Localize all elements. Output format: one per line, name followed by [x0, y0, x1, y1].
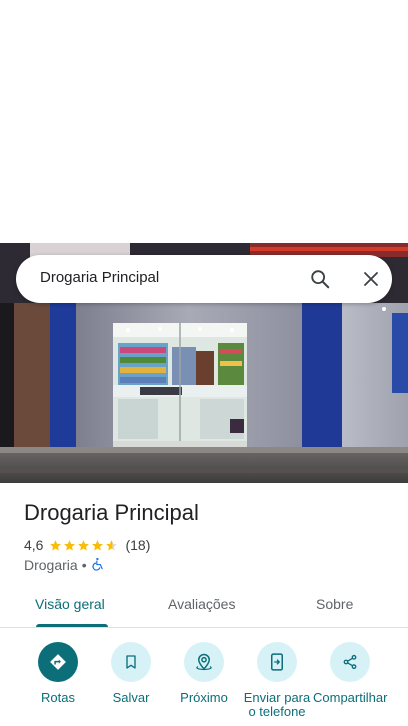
action-label: Rotas [41, 690, 75, 705]
search-box[interactable]: Drogaria Principal [16, 255, 392, 303]
star-icon [92, 539, 104, 550]
action-label: Enviar para o telefone [243, 690, 311, 719]
place-category: Drogaria [24, 557, 78, 573]
nearby-icon [184, 642, 224, 682]
place-sheet: Drogaria Principal Drogaria Principal 4,… [0, 0, 408, 726]
search-input[interactable]: Drogaria Principal [40, 269, 159, 286]
star-icon [64, 539, 76, 550]
bookmark-icon [111, 642, 151, 682]
place-tabs: Visão geral Avaliações Sobre [0, 584, 408, 628]
search-icon[interactable] [306, 265, 334, 293]
tab-about[interactable]: Sobre [316, 596, 353, 612]
rating-row[interactable]: 4,6 (18) [24, 536, 150, 554]
star-icon [50, 539, 62, 550]
directions-button[interactable]: Rotas [21, 642, 95, 705]
place-title: Drogaria Principal [24, 500, 199, 525]
star-icon [78, 539, 90, 550]
review-count[interactable]: (18) [125, 537, 150, 553]
share-icon [330, 642, 370, 682]
close-icon[interactable] [357, 265, 385, 293]
nearby-button[interactable]: Próximo [167, 642, 241, 705]
send-to-phone-icon [257, 642, 297, 682]
category-row: Drogaria • [24, 556, 105, 574]
send-to-phone-button[interactable]: Enviar para o telefone [240, 642, 314, 719]
wheelchair-icon [91, 557, 105, 574]
action-label: Compartilhar [313, 690, 388, 705]
share-button[interactable]: Compartilhar [313, 642, 387, 705]
rating-stars [49, 539, 119, 552]
half-star-icon [106, 539, 118, 550]
active-tab-indicator [36, 624, 108, 627]
tab-reviews[interactable]: Avaliações [168, 596, 235, 612]
save-button[interactable]: Salvar [94, 642, 168, 705]
rating-value: 4,6 [24, 537, 44, 553]
directions-icon [38, 642, 78, 682]
action-label: Próximo [180, 690, 228, 705]
separator-dot: • [81, 557, 87, 573]
tab-overview[interactable]: Visão geral [35, 596, 105, 612]
action-label: Salvar [112, 690, 150, 705]
